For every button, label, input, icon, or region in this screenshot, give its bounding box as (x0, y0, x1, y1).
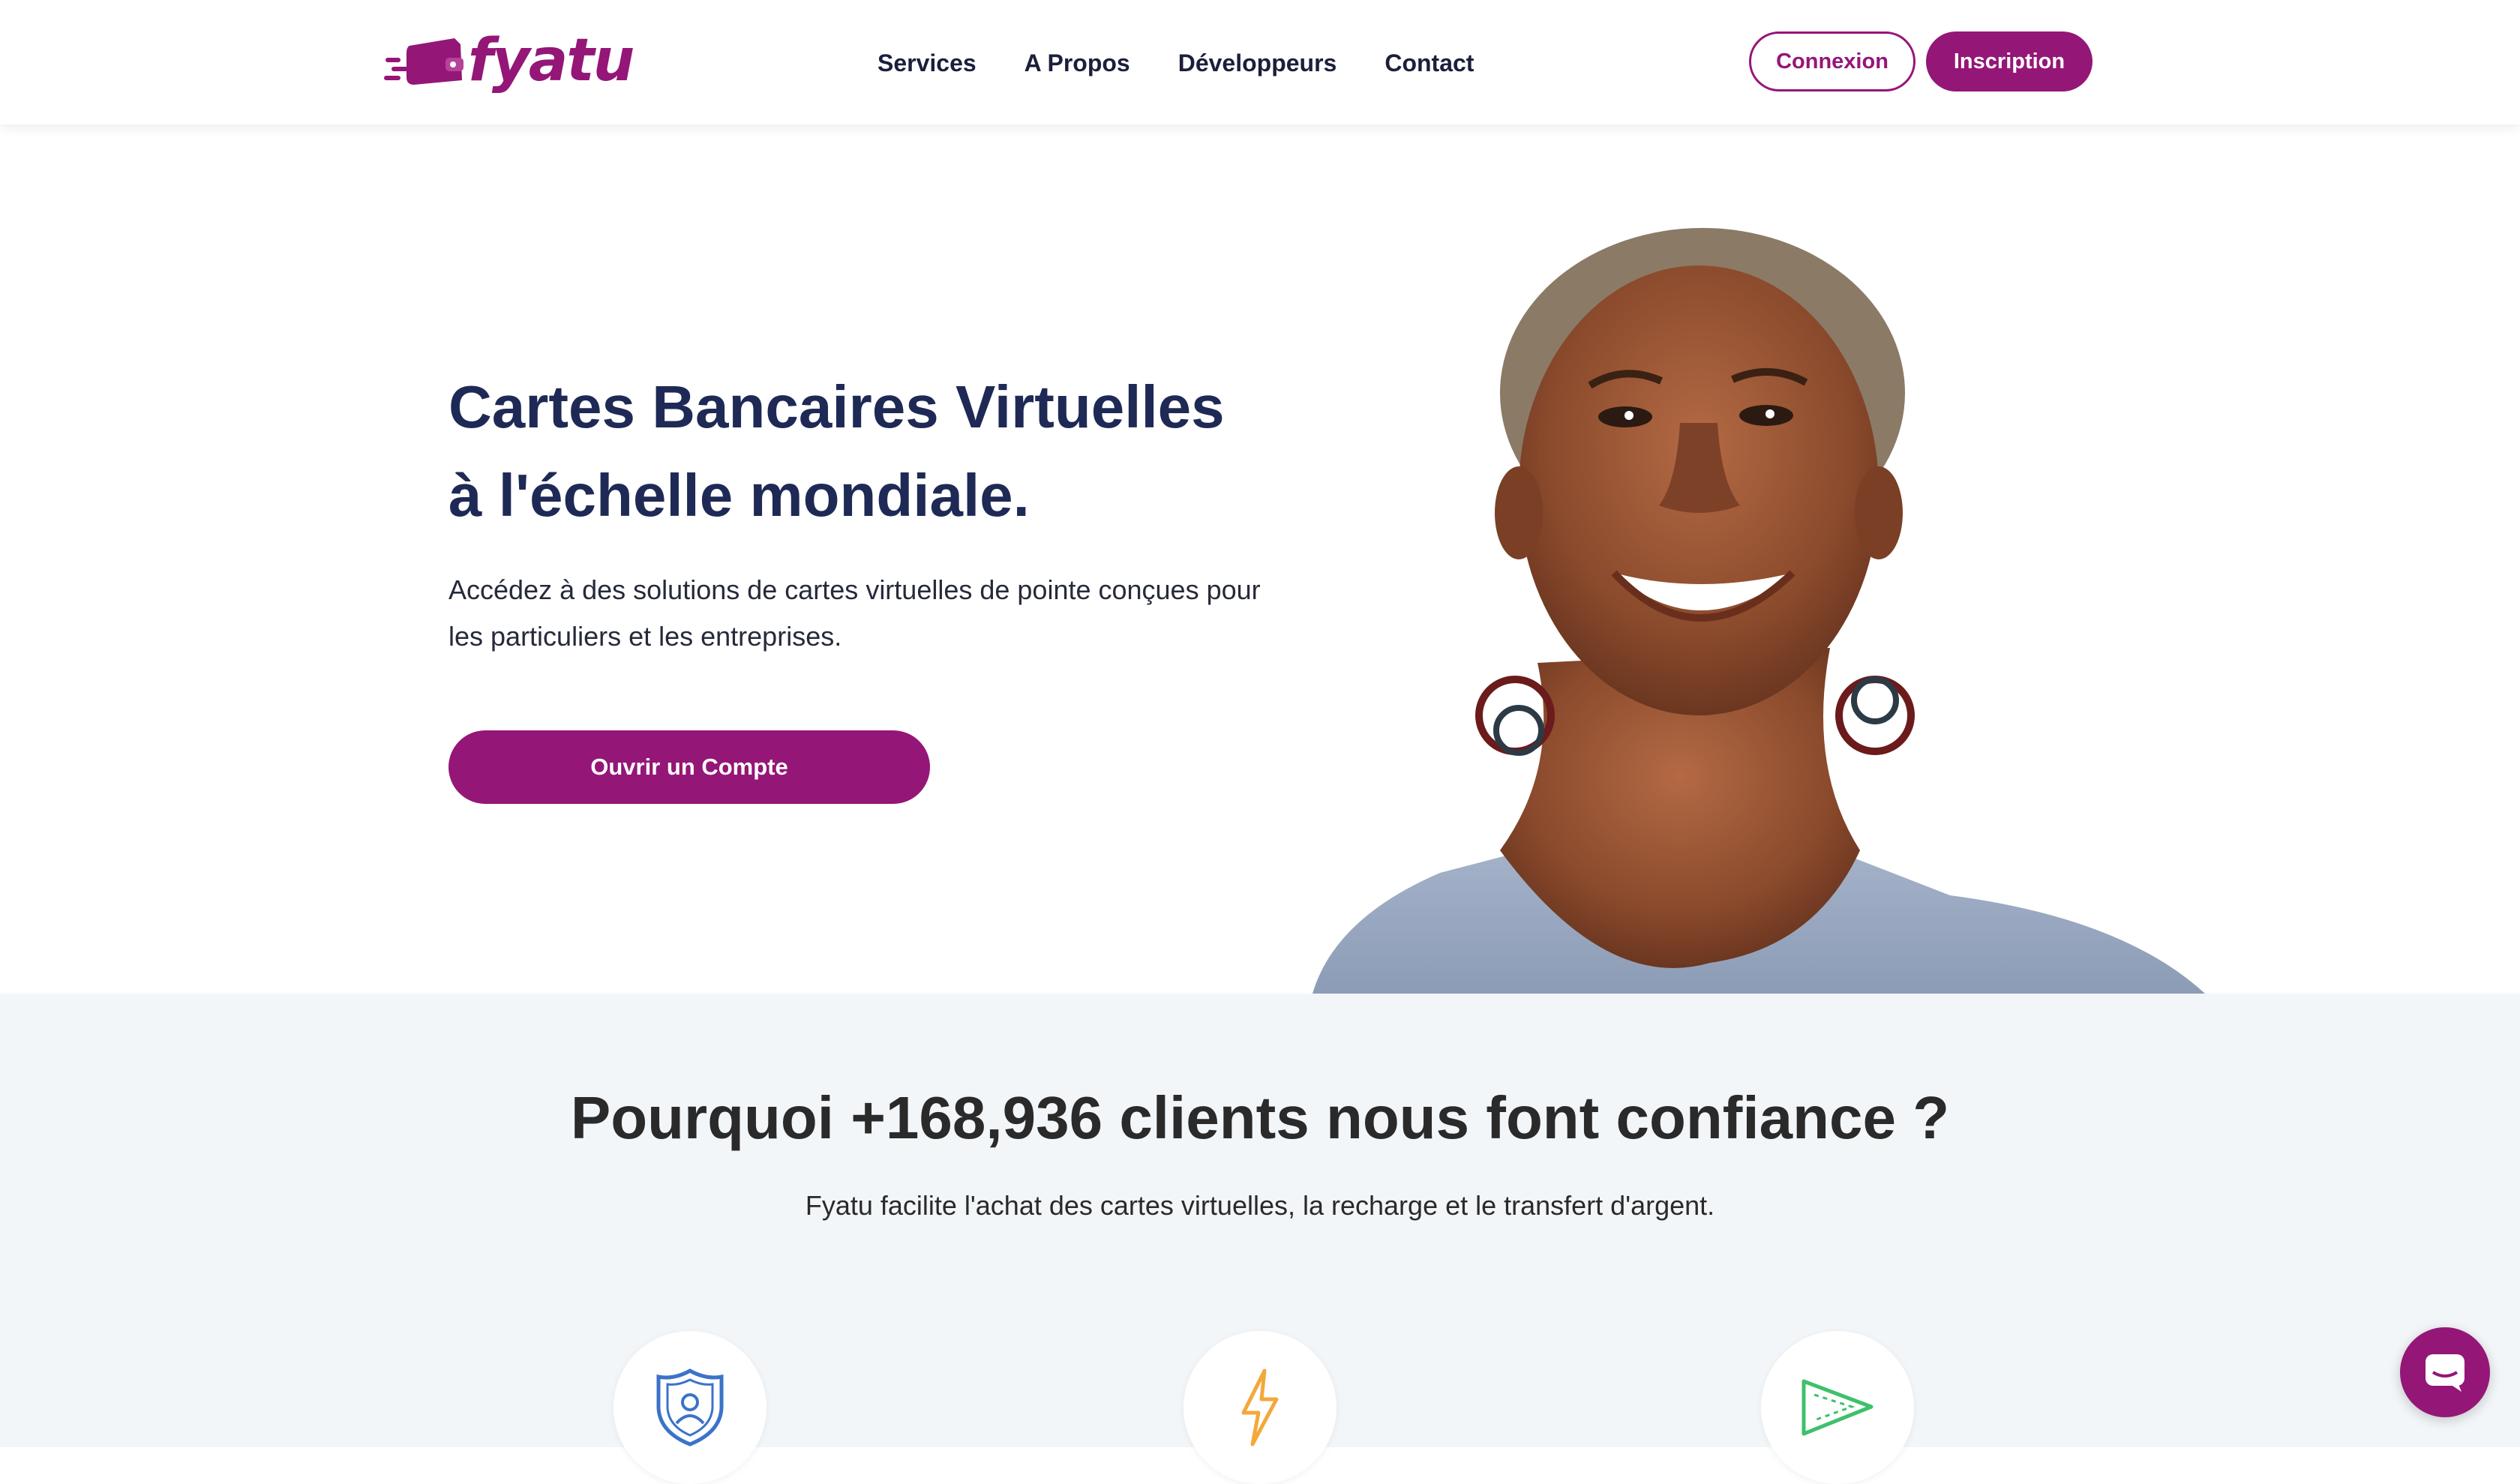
features-title: Pourquoi +168,936 clients nous font conf… (570, 1084, 1950, 1151)
shield-user-icon (656, 1369, 724, 1447)
chat-launcher-button[interactable] (2400, 1327, 2490, 1417)
nav-item-a-propos[interactable]: A Propos (1024, 49, 1130, 77)
hero-title-line-2: à l'échelle mondiale. (448, 462, 1030, 529)
site-header: fyatu Services A Propos Développeurs Con… (0, 0, 2520, 124)
logo[interactable]: fyatu (384, 27, 634, 94)
lightning-icon (1241, 1369, 1279, 1447)
feature-simple (1761, 1331, 1914, 1484)
features-section: Pourquoi +168,936 clients nous font conf… (0, 994, 2520, 1484)
nav-item-contact[interactable]: Contact (1384, 49, 1474, 77)
chat-icon (2426, 1354, 2464, 1392)
nav-item-services[interactable]: Services (878, 49, 976, 77)
signup-button[interactable]: Inscription (1926, 31, 2092, 91)
logo-wallet-icon (384, 38, 464, 85)
hero-portrait-image (1312, 228, 2205, 994)
feature-speed (1184, 1331, 1336, 1484)
hero-description: Accédez à des solutions de cartes virtue… (448, 574, 1261, 652)
play-triangle-icon (1802, 1379, 1874, 1436)
hero-title: Cartes Bancaires Virtuelles à l'échelle … (448, 363, 1311, 540)
login-button[interactable]: Connexion (1749, 31, 1916, 91)
feature-security (614, 1331, 766, 1484)
features-subtitle: Fyatu facilite l'achat des cartes virtue… (805, 1190, 1715, 1221)
hero-section: Cartes Bancaires Virtuelles à l'échelle … (0, 124, 2520, 994)
hero-title-line-1: Cartes Bancaires Virtuelles (448, 373, 1225, 440)
nav-item-developpeurs[interactable]: Développeurs (1178, 49, 1337, 77)
main-nav: Services A Propos Développeurs Contact (878, 43, 1474, 82)
open-account-button[interactable]: Ouvrir un Compte (448, 730, 930, 804)
logo-text: fyatu (468, 27, 634, 94)
